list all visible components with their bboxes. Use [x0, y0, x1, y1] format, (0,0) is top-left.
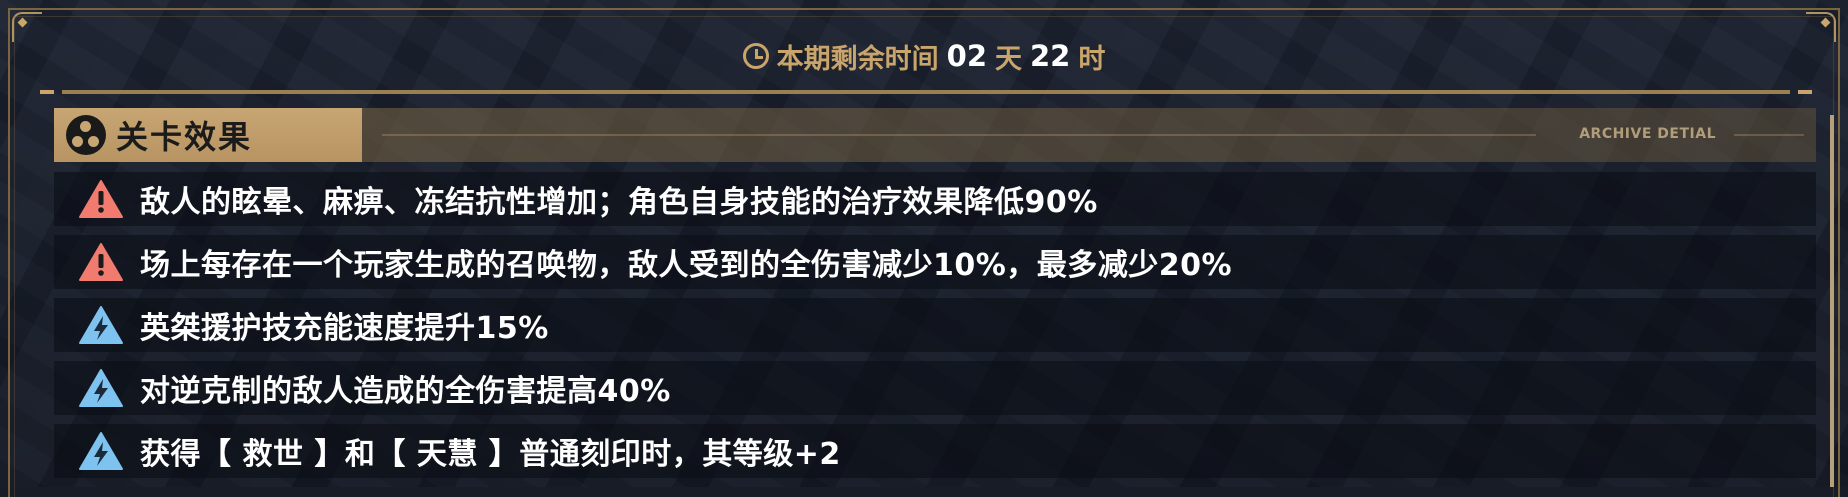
effect-text: 对逆克制的敌人造成的全伤害提高40%: [140, 374, 671, 409]
countdown-days-unit: 天: [995, 43, 1022, 75]
effect-item: 获得【 救世 】和【 天慧 】普通刻印时，其等级+2: [54, 424, 1816, 478]
header-rule-end: [1734, 134, 1804, 136]
warning-icon: [78, 179, 124, 219]
divider-cap-right: [1798, 90, 1812, 94]
effect-item: 场上每存在一个玩家生成的召唤物，敌人受到的全伤害减少10%，最多减少20%: [54, 235, 1816, 289]
effect-text: 场上每存在一个玩家生成的召唤物，敌人受到的全伤害减少10%，最多减少20%: [140, 248, 1233, 283]
divider-line: [62, 90, 1790, 94]
panel-header-tab: 关卡效果: [54, 108, 362, 162]
title-divider: [40, 90, 1812, 94]
countdown-hours-unit: 时: [1078, 43, 1106, 75]
stage-effects-panel: 关卡效果 ARCHIVE DETIAL 敌人的眩晕、麻痹、冻结抗性增加；角色自身…: [54, 108, 1816, 487]
panel-title: 关卡效果: [116, 118, 253, 156]
effect-item: 敌人的眩晕、麻痹、冻结抗性增加；角色自身技能的治疗效果降低90%: [54, 172, 1816, 226]
clock-icon: [742, 43, 769, 69]
effect-item: 对逆克制的敌人造成的全伤害提高40%: [54, 361, 1816, 415]
effect-text: 获得【 救世 】和【 天慧 】普通刻印时，其等级+2: [140, 437, 841, 472]
countdown-label: 本期剩余时间: [776, 43, 939, 75]
countdown-hours-value: 22: [1030, 39, 1071, 73]
scrollbar[interactable]: [1830, 115, 1834, 487]
divider-cap-left: [40, 90, 54, 94]
effect-text: 英桀援护技充能速度提升15%: [140, 311, 549, 346]
effects-list: 敌人的眩晕、麻痹、冻结抗性增加；角色自身技能的治疗效果降低90% 场上每存在一个…: [54, 172, 1816, 478]
panel-subtitle: ARCHIVE DETIAL: [1579, 126, 1716, 142]
lightning-icon: [78, 431, 124, 471]
panel-header: 关卡效果 ARCHIVE DETIAL: [54, 108, 1816, 162]
header-rule: [382, 134, 1536, 136]
radiation-icon: [66, 115, 106, 155]
effect-item: 英桀援护技充能速度提升15%: [54, 298, 1816, 352]
lightning-icon: [78, 368, 124, 408]
lightning-icon: [78, 305, 124, 345]
period-countdown: 本期剩余时间 02 天 22 时: [0, 36, 1848, 76]
effect-text: 敌人的眩晕、麻痹、冻结抗性增加；角色自身技能的治疗效果降低90%: [140, 185, 1098, 220]
scrollbar-thumb[interactable]: [1830, 115, 1834, 487]
countdown-days-value: 02: [946, 39, 987, 73]
warning-icon: [78, 242, 124, 282]
